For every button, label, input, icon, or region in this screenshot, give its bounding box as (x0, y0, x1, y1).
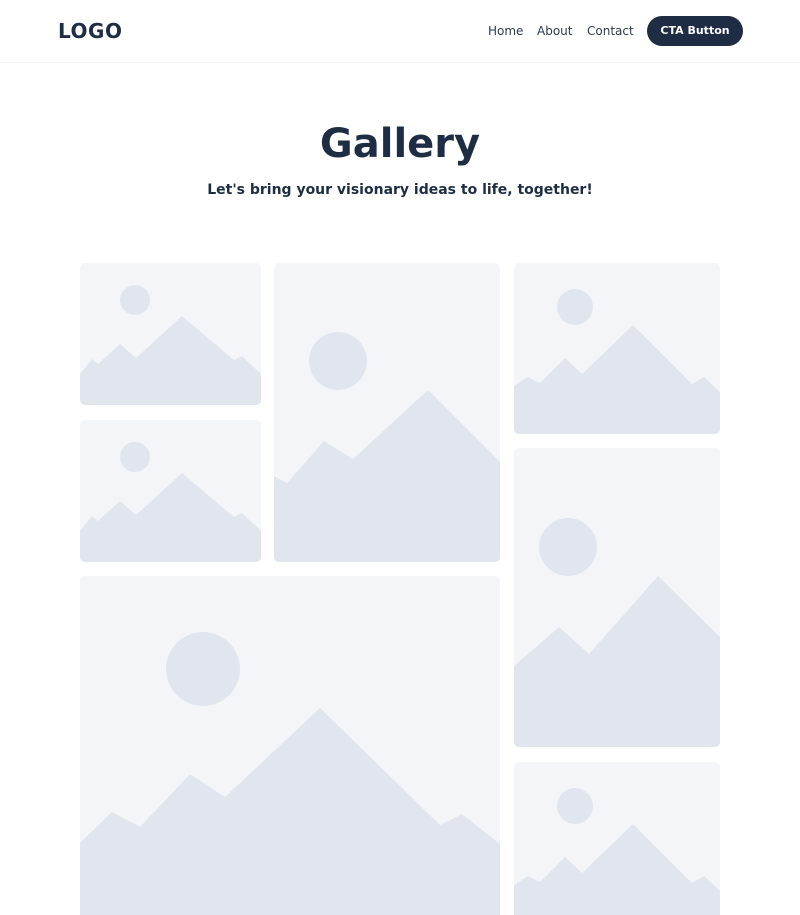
nav-link-home[interactable]: Home (488, 23, 523, 39)
image-placeholder-icon (80, 442, 261, 562)
nav-link-contact[interactable]: Contact (587, 23, 634, 39)
image-placeholder-icon (80, 285, 261, 405)
gallery-image-1[interactable] (80, 263, 261, 405)
gallery-image-2[interactable] (80, 420, 261, 562)
image-placeholder-icon (514, 289, 720, 434)
page-title: Gallery (319, 121, 481, 167)
gallery-image-7[interactable] (514, 762, 720, 915)
page-subtitle: Let's bring your visionary ideas to life… (207, 182, 593, 198)
gallery-image-3[interactable] (274, 263, 500, 562)
image-placeholder-icon (274, 332, 500, 562)
cta-button[interactable]: CTA Button (647, 16, 743, 46)
gallery-image-5[interactable] (514, 448, 720, 747)
gallery-image-6[interactable] (80, 576, 500, 915)
logo[interactable]: LOGO (58, 19, 122, 43)
site-header: LOGO Home About Contact CTA Button (0, 0, 800, 63)
gallery-image-4[interactable] (514, 263, 720, 434)
image-placeholder-icon (80, 632, 500, 915)
image-placeholder-icon (514, 518, 720, 747)
image-placeholder-icon (514, 788, 720, 915)
nav-link-about[interactable]: About (537, 23, 572, 39)
